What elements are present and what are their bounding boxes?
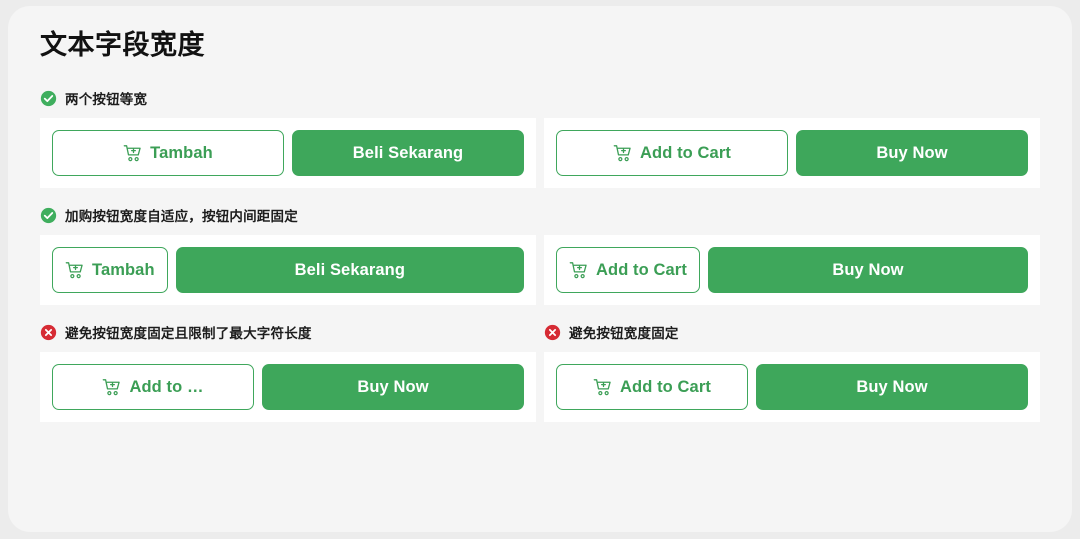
demo-panel: Tambah Beli Sekarang [40, 118, 536, 189]
buy-now-button[interactable]: Buy Now [756, 364, 1028, 411]
buy-now-label: Buy Now [357, 377, 429, 396]
buy-now-label: Buy Now [876, 143, 948, 162]
add-to-cart-icon [613, 144, 631, 161]
demo-panel: Add to … Buy Now [40, 352, 536, 423]
status-label-text: 避免按钮宽度固定且限制了最大字符长度 [65, 326, 312, 342]
add-to-cart-label: Add to Cart [640, 143, 731, 162]
label-cell [544, 204, 1040, 235]
buy-now-button[interactable]: Buy Now [707, 247, 1028, 294]
button-content: Tambah [123, 143, 213, 164]
demo-card: 文本字段宽度 两个按钮等宽 Tambah Beli Sekarang Add t… [8, 6, 1072, 532]
add-to-cart-icon [103, 378, 121, 395]
label-cell [544, 87, 1040, 118]
add-to-cart-button[interactable]: Tambah [52, 247, 168, 294]
page-title: 文本字段宽度 [40, 30, 205, 60]
buy-now-label: Beli Sekarang [294, 260, 406, 279]
section-2-labels: 加购按钮宽度自适应，按钮内间距固定 [40, 204, 1040, 235]
demo-panel: Add to Cart Buy Now [544, 235, 1040, 306]
add-to-cart-button[interactable]: Add to … [52, 364, 254, 411]
label-cell: 避免按钮宽度固定 [544, 321, 1040, 352]
error-circle-icon [40, 324, 57, 340]
buy-now-button[interactable]: Buy Now [796, 130, 1028, 177]
add-to-cart-icon [65, 261, 83, 278]
error-circle-icon [544, 324, 561, 340]
section-1-labels: 两个按钮等宽 [40, 87, 1040, 118]
add-to-cart-label: Add to Cart [596, 260, 687, 279]
buy-now-label: Buy Now [832, 260, 904, 279]
buy-now-label: Beli Sekarang [352, 143, 464, 162]
status-label: 两个按钮等宽 [40, 87, 536, 109]
buy-now-button[interactable]: Buy Now [262, 364, 524, 411]
add-to-cart-label: Add to Cart [620, 377, 711, 396]
add-to-cart-label: Add to … [129, 378, 204, 396]
add-to-cart-button[interactable]: Add to Cart [556, 247, 700, 294]
add-to-cart-label: Tambah [150, 143, 213, 162]
add-to-cart-icon [123, 144, 141, 161]
button-content: Add to Cart [569, 260, 687, 281]
section-3-labels: 避免按钮宽度固定且限制了最大字符长度 避免按钮宽度固定 [40, 321, 1040, 352]
button-content: Add to Cart [613, 143, 731, 164]
add-to-cart-button[interactable]: Tambah [52, 130, 284, 177]
status-label-text: 加购按钮宽度自适应，按钮内间距固定 [65, 209, 298, 225]
buy-now-button[interactable]: Beli Sekarang [175, 247, 524, 294]
label-cell: 两个按钮等宽 [40, 87, 536, 118]
status-label-text: 避免按钮宽度固定 [569, 326, 679, 342]
check-circle-icon [40, 207, 57, 223]
check-circle-icon [40, 90, 57, 106]
label-cell: 加购按钮宽度自适应，按钮内间距固定 [40, 204, 536, 235]
label-cell: 避免按钮宽度固定且限制了最大字符长度 [40, 321, 536, 352]
demo-panel: Add to Cart Buy Now [544, 352, 1040, 423]
add-to-cart-icon [569, 261, 587, 278]
section-3-panels: Add to … Buy Now Add to Cart Buy Now [40, 352, 1040, 423]
add-to-cart-button[interactable]: Add to Cart [556, 130, 788, 177]
section-2-panels: Tambah Beli Sekarang Add to Cart Buy Now [40, 235, 1040, 306]
section-equal-width: 两个按钮等宽 Tambah Beli Sekarang Add to Cart … [40, 87, 1040, 189]
button-content: Add to … [102, 377, 203, 398]
button-content: Tambah [65, 260, 155, 281]
buy-now-label: Buy Now [856, 377, 928, 396]
demo-panel: Tambah Beli Sekarang [40, 235, 536, 306]
add-to-cart-label: Tambah [92, 260, 155, 279]
status-label-text: 两个按钮等宽 [65, 92, 148, 108]
button-content: Add to Cart [593, 377, 711, 398]
demo-panel: Add to Cart Buy Now [544, 118, 1040, 189]
add-to-cart-icon [593, 378, 611, 395]
status-label: 避免按钮宽度固定 [544, 321, 1040, 343]
status-label: 避免按钮宽度固定且限制了最大字符长度 [40, 321, 536, 343]
section-adaptive-width: 加购按钮宽度自适应，按钮内间距固定 Tambah Beli Sekarang A… [40, 204, 1040, 306]
buy-now-button[interactable]: Beli Sekarang [292, 130, 524, 177]
add-to-cart-button[interactable]: Add to Cart [556, 364, 748, 411]
card-content: 文本字段宽度 两个按钮等宽 Tambah Beli Sekarang Add t… [40, 30, 1040, 438]
section-fixed-width-avoid: 避免按钮宽度固定且限制了最大字符长度 避免按钮宽度固定 Add to … Buy… [40, 321, 1040, 423]
section-1-panels: Tambah Beli Sekarang Add to Cart Buy Now [40, 118, 1040, 189]
status-label: 加购按钮宽度自适应，按钮内间距固定 [40, 204, 536, 226]
